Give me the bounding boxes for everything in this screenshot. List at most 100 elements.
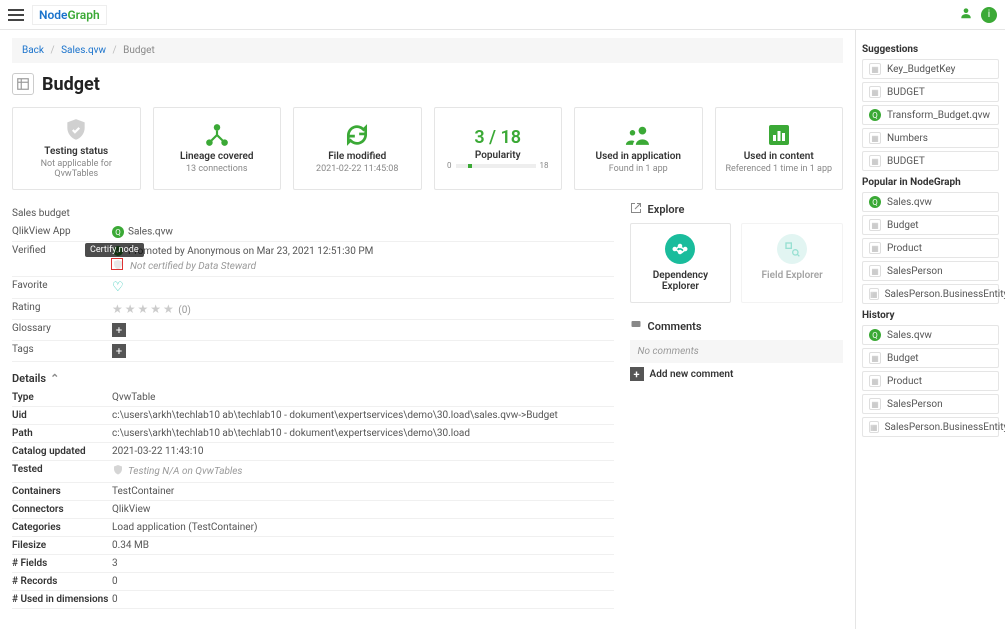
add-comment-button[interactable]: + Add new comment	[630, 367, 843, 381]
qlik-icon: Q	[869, 329, 881, 341]
page-title: Budget	[42, 74, 100, 95]
row-categories: CategoriesLoad application (TestContaine…	[12, 519, 614, 537]
row-tested: TestedTesting N/A on QvwTables	[12, 461, 614, 483]
qlik-icon: Q	[869, 109, 881, 121]
qlik-icon: Q	[869, 196, 881, 208]
refresh-icon	[344, 123, 370, 147]
sidebar: Suggestions ▦Key_BudgetKey ▦BUDGET QTran…	[855, 30, 1005, 629]
card-modified: File modified 2021-02-22 11:45:08	[293, 107, 422, 190]
meta-glossary: Glossary +	[12, 320, 614, 341]
breadcrumb-back[interactable]: Back	[22, 45, 44, 56]
sidebar-item[interactable]: ▦BUDGET	[862, 151, 999, 171]
sidebar-item[interactable]: QSales.qvw	[862, 325, 999, 345]
grid-icon: ▦	[869, 352, 881, 364]
qlik-icon: Q	[112, 226, 124, 238]
row-containers: ContainersTestContainer	[12, 483, 614, 501]
sidebar-item[interactable]: QTransform_Budget.qvw	[862, 105, 999, 125]
sidebar-item[interactable]: ▦Budget	[862, 348, 999, 368]
page-title-row: Budget	[12, 73, 843, 95]
lineage-icon	[204, 123, 230, 147]
breadcrumb-mid[interactable]: Sales.qvw	[61, 45, 106, 56]
sidebar-item[interactable]: ▦SalesPerson	[862, 261, 999, 281]
chart-icon	[767, 123, 791, 147]
explore-launch-icon	[630, 202, 642, 217]
row-path: Pathc:\users\arkh\techlab10 ab\techlab10…	[12, 425, 614, 443]
row-catalog: Catalog updated2021-03-22 11:43:10	[12, 443, 614, 461]
meta-verified: Verified Certify node Promoted by Anonym…	[12, 242, 614, 277]
comments-empty: No comments	[630, 340, 843, 363]
dependency-explorer-button[interactable]: Dependency Explorer	[630, 223, 732, 303]
logo[interactable]: NodeGraph	[32, 5, 107, 25]
breadcrumb-current: Budget	[123, 45, 155, 56]
sidebar-item[interactable]: ▦SalesPerson	[862, 394, 999, 414]
field-explorer-icon	[777, 234, 807, 264]
grid-icon: ▦	[869, 288, 879, 300]
sidebar-item[interactable]: ▦Key_BudgetKey	[862, 59, 999, 79]
grid-icon: ▦	[869, 375, 881, 387]
sidebar-item[interactable]: QSales.qvw	[862, 192, 999, 212]
breadcrumb: Back / Sales.qvw / Budget	[12, 38, 843, 63]
details-header[interactable]: Details ⌃	[12, 372, 614, 385]
explore-header: Explore	[630, 202, 843, 217]
help-icon[interactable]: i	[981, 7, 997, 23]
add-tag-button[interactable]: +	[112, 344, 126, 358]
row-fields: # Fields3	[12, 555, 614, 573]
grid-icon: ▦	[869, 421, 879, 433]
card-popularity: 3 / 18 Popularity 0 18	[434, 107, 563, 190]
sales-budget-label: Sales budget	[12, 202, 614, 223]
meta-tags: Tags +	[12, 341, 614, 362]
field-explorer-button[interactable]: Field Explorer	[741, 223, 843, 303]
comments-header: Comments	[630, 319, 843, 334]
sidebar-item[interactable]: ▦Product	[862, 238, 999, 258]
metadata-panel: Sales budget QlikView App QSales.qvw Ver…	[12, 202, 614, 609]
meta-favorite: Favorite ♡	[12, 277, 614, 299]
grid-icon: ▦	[869, 242, 881, 254]
grid-icon: ▦	[869, 398, 881, 410]
certify-tooltip: Certify node	[85, 243, 144, 257]
add-glossary-button[interactable]: +	[112, 323, 126, 337]
row-dims: # Used in dimensions0	[12, 591, 614, 609]
heart-icon[interactable]: ♡	[112, 280, 124, 295]
sidebar-item[interactable]: ▦SalesPerson.BusinessEntityID	[862, 284, 999, 304]
sidebar-suggestions-title: Suggestions	[862, 44, 999, 55]
right-panel: Explore Dependency Explorer Field Explor…	[630, 202, 843, 609]
grid-icon: ▦	[869, 63, 881, 75]
highlight-box	[111, 258, 123, 270]
popularity-bar	[456, 164, 536, 168]
stats-row: Testing status Not applicable for QvwTab…	[12, 107, 843, 190]
sidebar-item[interactable]: ▦BUDGET	[862, 82, 999, 102]
table-icon	[12, 73, 34, 95]
card-testing: Testing status Not applicable for QvwTab…	[12, 107, 141, 190]
shield-mini-icon	[112, 464, 124, 479]
comment-icon	[630, 319, 642, 334]
menu-icon[interactable]	[8, 9, 24, 21]
sidebar-item[interactable]: ▦Product	[862, 371, 999, 391]
stars-icon[interactable]: ★★★★★	[112, 302, 176, 316]
grid-icon: ▦	[869, 155, 881, 167]
plus-icon: +	[630, 367, 644, 381]
sidebar-history-title: History	[862, 310, 999, 321]
user-icon[interactable]	[959, 6, 973, 24]
grid-icon: ▦	[869, 132, 881, 144]
details-table: TypeQvwTable Uidc:\users\arkh\techlab10 …	[12, 389, 614, 609]
grid-icon: ▦	[869, 86, 881, 98]
chevron-up-icon: ⌃	[50, 372, 59, 385]
topbar-left: NodeGraph	[8, 5, 107, 25]
meta-qlikview: QlikView App QSales.qvw	[12, 223, 614, 242]
grid-icon: ▦	[869, 219, 881, 231]
sidebar-item[interactable]: ▦Budget	[862, 215, 999, 235]
sidebar-item[interactable]: ▦SalesPerson.BusinessEntityID	[862, 417, 999, 437]
dependency-explorer-icon	[665, 234, 695, 264]
card-used-content: Used in content Referenced 1 time in 1 a…	[715, 107, 844, 190]
sidebar-item[interactable]: ▦Numbers	[862, 128, 999, 148]
row-records: # Records0	[12, 573, 614, 591]
shield-icon	[63, 118, 89, 142]
logo-node: Node	[39, 8, 68, 22]
topbar: NodeGraph i	[0, 0, 1005, 30]
sidebar-popular-title: Popular in NodeGraph	[862, 177, 999, 188]
content-area: Back / Sales.qvw / Budget Budget Testing…	[0, 30, 855, 629]
row-uid: Uidc:\users\arkh\techlab10 ab\techlab10 …	[12, 407, 614, 425]
row-filesize: Filesize0.34 MB	[12, 537, 614, 555]
logo-graph: Graph	[68, 8, 100, 22]
meta-rating: Rating ★★★★★ (0)	[12, 299, 614, 320]
